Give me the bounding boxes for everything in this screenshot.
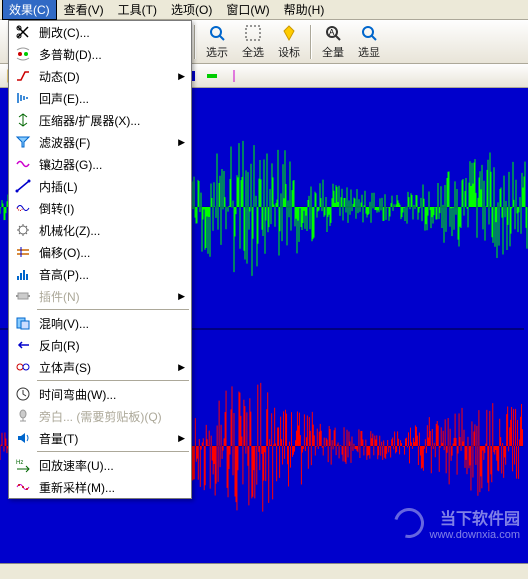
menu-item-label: 内插(L) (39, 178, 78, 195)
expand-icon (13, 111, 33, 129)
menu-item-label: 删改(C)... (39, 24, 90, 41)
menu-item-reverb[interactable]: 混响(V)... (9, 312, 191, 334)
tool-small-11[interactable] (224, 66, 244, 86)
invert-icon (13, 199, 33, 217)
svg-text:Hz: Hz (16, 460, 23, 466)
menu-effects[interactable]: 效果(C) (2, 0, 57, 20)
cut-icon (13, 23, 33, 41)
menu-window[interactable]: 窗口(W) (219, 0, 276, 20)
menu-item-label: 回放速率(U)... (39, 457, 114, 474)
rate-icon: Hz (13, 456, 33, 474)
watermark-url: www.downxia.com (430, 529, 520, 541)
menu-view[interactable]: 查看(V) (57, 0, 111, 20)
menu-item-cut[interactable]: 删改(C)... (9, 21, 191, 43)
menu-item-timewarp[interactable]: 时间弯曲(W)... (9, 383, 191, 405)
menu-item-stereo[interactable]: 立体声(S) ▶ (9, 356, 191, 378)
toolbar-select-all[interactable]: 全选 (236, 23, 270, 61)
toolbar-separator (194, 25, 196, 59)
menu-item-label: 旁白... (需要剪贴板)(Q) (39, 408, 162, 425)
menu-item-label: 混响(V)... (39, 315, 89, 332)
menu-item-label: 镶边器(G)... (39, 156, 102, 173)
menu-item-echo[interactable]: 回声(E)... (9, 87, 191, 109)
menu-separator (37, 309, 189, 310)
menu-item-flange[interactable]: 镶边器(G)... (9, 153, 191, 175)
reverse-icon (13, 336, 33, 354)
menu-item-label: 压缩器/扩展器(X)... (39, 112, 140, 129)
menu-item-resample[interactable]: 重新采样(M)... (9, 476, 191, 498)
offset-icon (13, 243, 33, 261)
menu-item-mech[interactable]: 机械化(Z)... (9, 219, 191, 241)
menu-options[interactable]: 选项(O) (164, 0, 219, 20)
menu-item-interp[interactable]: 内插(L) (9, 175, 191, 197)
menu-item-label: 动态(D) (39, 68, 80, 85)
menu-item-voice: 旁白... (需要剪贴板)(Q) (9, 405, 191, 427)
menu-item-label: 回声(E)... (39, 90, 89, 107)
menu-tools[interactable]: 工具(T) (111, 0, 164, 20)
menu-item-label: 立体声(S) (39, 359, 91, 376)
watermark-logo-icon (388, 503, 429, 544)
flange-icon (13, 155, 33, 173)
menu-item-rate[interactable]: Hz 回放速率(U)... (9, 454, 191, 476)
menu-item-filter[interactable]: 滤波器(F) ▶ (9, 131, 191, 153)
menu-item-label: 机械化(Z)... (39, 222, 100, 239)
stereo-icon (13, 358, 33, 376)
doppler-icon (13, 45, 33, 63)
tool-small-10[interactable] (202, 66, 222, 86)
svg-text:A: A (329, 28, 335, 37)
menu-item-reverse[interactable]: 反向(R) (9, 334, 191, 356)
interp-icon (13, 177, 33, 195)
toolbar-set-marker[interactable]: 设标 (272, 23, 306, 61)
menu-item-label: 倒转(I) (39, 200, 74, 217)
menu-item-label: 反向(R) (39, 337, 80, 354)
menu-separator (37, 451, 189, 452)
submenu-arrow-icon: ▶ (178, 137, 185, 148)
menu-item-invert[interactable]: 倒转(I) (9, 197, 191, 219)
toolbar-zoom-show[interactable]: 选显 (352, 23, 386, 61)
echo-icon (13, 89, 33, 107)
menu-item-label: 多普勒(D)... (39, 46, 102, 63)
menu-item-offset[interactable]: 偏移(O)... (9, 241, 191, 263)
reverb-icon (13, 314, 33, 332)
toolbar-zoom-full[interactable]: A全量 (316, 23, 350, 61)
pitch-icon (13, 265, 33, 283)
menu-item-label: 滤波器(F) (39, 134, 90, 151)
timewarp-icon (13, 385, 33, 403)
submenu-arrow-icon: ▶ (178, 291, 185, 302)
toolbar-separator (310, 25, 312, 59)
menu-item-volume[interactable]: 音量(T) ▶ (9, 427, 191, 449)
resample-icon (13, 478, 33, 496)
menu-separator (37, 380, 189, 381)
menu-item-plugin: 插件(N) ▶ (9, 285, 191, 307)
volume-icon (13, 429, 33, 447)
menu-item-doppler[interactable]: 多普勒(D)... (9, 43, 191, 65)
menu-item-label: 重新采样(M)... (39, 479, 115, 496)
menubar: 效果(C) 查看(V) 工具(T) 选项(O) 窗口(W) 帮助(H) (0, 0, 528, 20)
watermark-text: 当下软件园 (430, 505, 520, 529)
menu-help[interactable]: 帮助(H) (277, 0, 332, 20)
menu-item-expand[interactable]: 压缩器/扩展器(X)... (9, 109, 191, 131)
toolbar-zoom-selection[interactable]: 选示 (200, 23, 234, 61)
submenu-arrow-icon: ▶ (178, 433, 185, 444)
submenu-arrow-icon: ▶ (178, 71, 185, 82)
dynamics-icon (13, 67, 33, 85)
mech-icon (13, 221, 33, 239)
menu-item-dynamics[interactable]: 动态(D) ▶ (9, 65, 191, 87)
time-ruler[interactable] (0, 563, 528, 579)
voice-icon (13, 407, 33, 425)
menu-item-label: 音量(T) (39, 430, 78, 447)
menu-item-label: 音高(P)... (39, 266, 89, 283)
menu-item-pitch[interactable]: 音高(P)... (9, 263, 191, 285)
menu-item-label: 时间弯曲(W)... (39, 386, 116, 403)
menu-item-label: 偏移(O)... (39, 244, 90, 261)
plugin-icon (13, 287, 33, 305)
filter-icon (13, 133, 33, 151)
menu-item-label: 插件(N) (39, 288, 80, 305)
submenu-arrow-icon: ▶ (178, 362, 185, 373)
watermark: 当下软件园 www.downxia.com (394, 505, 520, 541)
marker-icon (279, 23, 299, 43)
effects-dropdown: 删改(C)... 多普勒(D)... 动态(D) ▶ 回声(E)... 压缩器/扩展器(X… (8, 20, 192, 499)
